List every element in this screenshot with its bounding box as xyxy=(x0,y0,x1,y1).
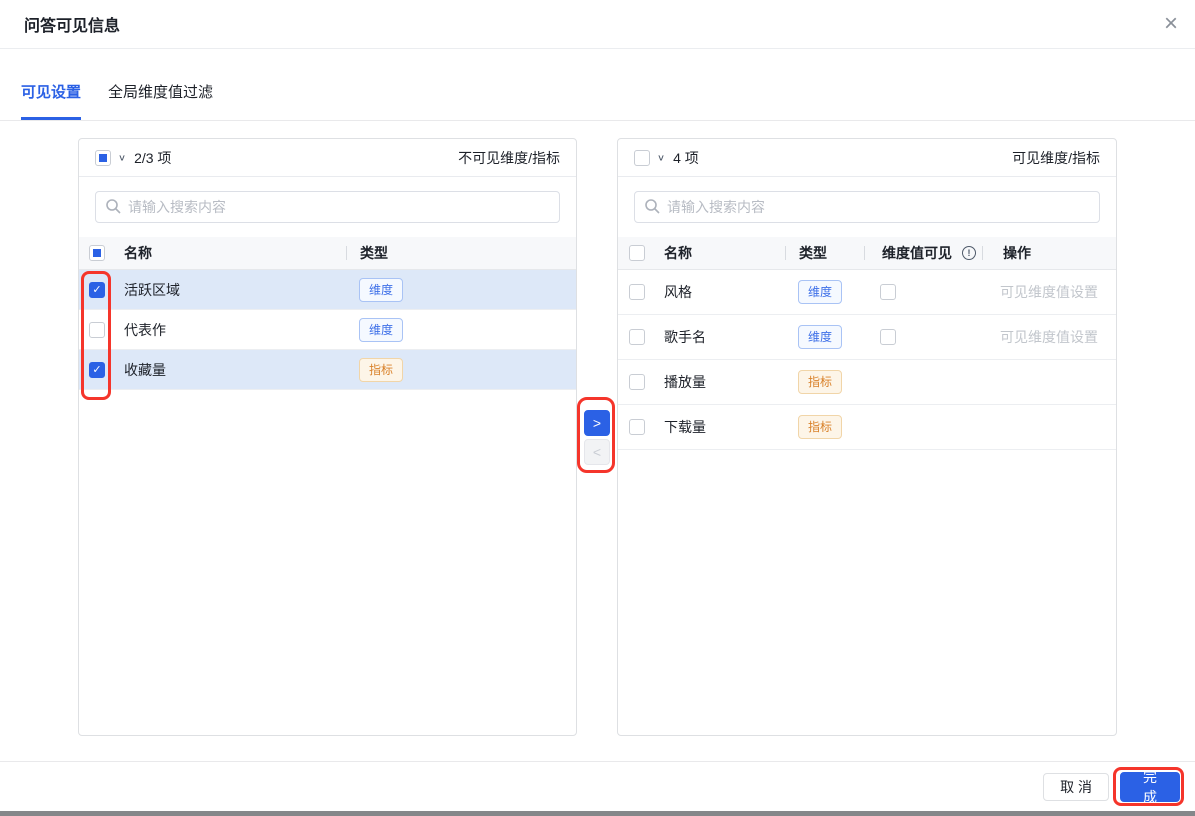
right-col-name: 名称 xyxy=(664,243,785,263)
done-button[interactable]: 完 成 xyxy=(1120,772,1180,802)
close-icon[interactable]: × xyxy=(1164,12,1178,36)
tab-visible-settings[interactable]: 可见设置 xyxy=(21,76,81,120)
left-panel-header: ∨ 2/3 项 不可见维度/指标 xyxy=(79,139,576,177)
info-icon[interactable]: ! xyxy=(962,246,976,260)
row-checkbox[interactable] xyxy=(629,329,645,345)
left-select-all-checkbox[interactable] xyxy=(95,150,111,166)
bottom-edge-bar xyxy=(0,811,1195,816)
cancel-button[interactable]: 取 消 xyxy=(1043,773,1109,801)
row-name: 收藏量 xyxy=(124,360,346,380)
row-checkbox[interactable]: ✓ xyxy=(89,282,105,298)
table-row[interactable]: 风格 维度 可见维度值设置 xyxy=(618,270,1116,315)
move-to-right-button[interactable]: > xyxy=(584,410,610,436)
search-icon xyxy=(105,198,122,215)
left-search-input[interactable] xyxy=(95,191,560,223)
tabbar: 可见设置 全局维度值过滤 xyxy=(0,76,1195,121)
search-icon xyxy=(644,198,661,215)
right-col-dim-visible: 维度值可见 ! xyxy=(865,243,982,263)
left-panel-title: 不可见维度/指标 xyxy=(458,148,560,168)
tab-global-dim-filter[interactable]: 全局维度值过滤 xyxy=(108,76,213,120)
row-checkbox[interactable] xyxy=(89,322,105,338)
row-checkbox[interactable] xyxy=(629,374,645,390)
move-to-left-button[interactable]: < xyxy=(584,439,610,465)
right-table-header: 名称 类型 维度值可见 ! 操作 xyxy=(618,237,1116,270)
left-selected-count: 2/3 项 xyxy=(134,148,171,168)
table-row[interactable]: 歌手名 维度 可见维度值设置 xyxy=(618,315,1116,360)
chevron-down-icon[interactable]: ∨ xyxy=(118,152,126,162)
dim-visible-checkbox[interactable] xyxy=(880,284,896,300)
row-name: 播放量 xyxy=(664,372,785,392)
type-tag: 维度 xyxy=(798,280,842,304)
right-col-type: 类型 xyxy=(786,243,864,263)
dialog-title: 问答可见信息 xyxy=(24,12,120,36)
left-col-name: 名称 xyxy=(124,243,346,263)
right-panel-header: ∨ 4 项 可见维度/指标 xyxy=(618,139,1116,177)
type-tag: 维度 xyxy=(359,278,403,302)
row-name: 下载量 xyxy=(664,417,785,437)
table-row[interactable]: ✓ 活跃区域 维度 xyxy=(79,270,576,310)
right-col-action: 操作 xyxy=(983,243,1116,263)
row-checkbox[interactable] xyxy=(629,284,645,300)
qa-visible-info-dialog: 问答可见信息 × 可见设置 全局维度值过滤 ∨ 2/3 项 不可见维度/指标 名… xyxy=(0,0,1195,816)
type-tag: 指标 xyxy=(798,370,842,394)
invisible-items-panel: ∨ 2/3 项 不可见维度/指标 名称 类型 ✓ 活跃区域 维度 代表作 维度 xyxy=(78,138,577,736)
right-select-all-checkbox[interactable] xyxy=(634,150,650,166)
left-table-select-all-checkbox[interactable] xyxy=(89,245,105,261)
type-tag: 维度 xyxy=(798,325,842,349)
type-tag: 维度 xyxy=(359,318,403,342)
type-tag: 指标 xyxy=(359,358,403,382)
row-name: 风格 xyxy=(664,282,785,302)
type-tag: 指标 xyxy=(798,415,842,439)
row-name: 歌手名 xyxy=(664,327,785,347)
table-row[interactable]: 代表作 维度 xyxy=(79,310,576,350)
visible-items-panel: ∨ 4 项 可见维度/指标 名称 类型 维度值可见 ! 操作 xyxy=(617,138,1117,736)
right-item-count: 4 项 xyxy=(673,148,699,168)
right-panel-title: 可见维度/指标 xyxy=(1012,148,1100,168)
left-table-header: 名称 类型 xyxy=(79,237,576,270)
dim-value-settings-link[interactable]: 可见维度值设置 xyxy=(1000,327,1098,347)
left-search xyxy=(95,191,560,223)
table-row[interactable]: 下载量 指标 xyxy=(618,405,1116,450)
row-checkbox[interactable]: ✓ xyxy=(89,362,105,378)
chevron-down-icon[interactable]: ∨ xyxy=(657,152,665,162)
table-row[interactable]: 播放量 指标 xyxy=(618,360,1116,405)
dialog-footer: 取 消 完 成 xyxy=(0,761,1195,811)
row-name: 代表作 xyxy=(124,320,346,340)
table-row[interactable]: ✓ 收藏量 指标 xyxy=(79,350,576,390)
right-table-select-all-checkbox[interactable] xyxy=(629,245,645,261)
dialog-header: 问答可见信息 × xyxy=(0,0,1195,49)
dim-visible-checkbox[interactable] xyxy=(880,329,896,345)
dim-value-settings-link[interactable]: 可见维度值设置 xyxy=(1000,282,1098,302)
row-name: 活跃区域 xyxy=(124,280,346,300)
left-col-type: 类型 xyxy=(347,243,576,263)
right-search-input[interactable] xyxy=(634,191,1100,223)
dim-visible-label: 维度值可见 xyxy=(882,243,952,263)
row-checkbox[interactable] xyxy=(629,419,645,435)
right-search xyxy=(634,191,1100,223)
